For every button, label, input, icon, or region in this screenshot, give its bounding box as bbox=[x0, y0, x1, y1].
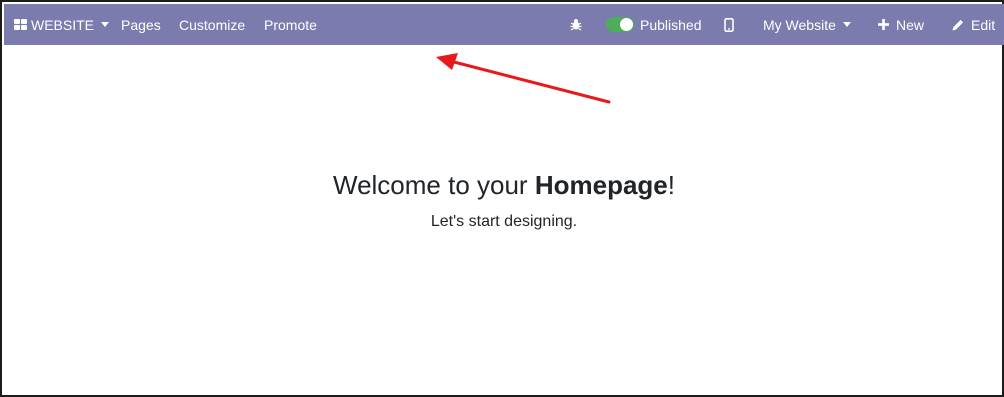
page-subtitle: Let's start designing. bbox=[430, 213, 578, 230]
mobile-icon bbox=[724, 17, 734, 32]
new-button[interactable]: New bbox=[878, 4, 924, 45]
new-label: New bbox=[896, 16, 925, 33]
heading-prefix: Welcome to your bbox=[333, 170, 535, 200]
chevron-down-icon bbox=[842, 22, 851, 27]
app-menu-dropdown[interactable]: WEBSITE bbox=[14, 4, 110, 45]
published-toggle[interactable]: Published bbox=[606, 4, 702, 45]
heading-suffix: ! bbox=[667, 170, 675, 200]
published-label: Published bbox=[640, 16, 702, 33]
app-menu-label: WEBSITE bbox=[31, 16, 95, 33]
edit-button[interactable]: Edit bbox=[952, 4, 995, 45]
toggle-icon[interactable] bbox=[606, 17, 634, 32]
customize-label: Customize bbox=[179, 16, 246, 33]
mobile-preview-button[interactable] bbox=[724, 4, 734, 45]
promote-menu[interactable]: Promote bbox=[264, 4, 317, 45]
edit-label: Edit bbox=[971, 16, 996, 33]
page-frame: WEBSITE Pages Customize Promote Publishe… bbox=[0, 0, 1004, 397]
website-selector-label: My Website bbox=[763, 16, 836, 33]
promote-label: Promote bbox=[264, 16, 317, 33]
chevron-down-icon bbox=[101, 22, 110, 27]
pages-menu[interactable]: Pages bbox=[121, 4, 161, 45]
pages-label: Pages bbox=[121, 16, 161, 33]
heading-bold: Homepage bbox=[534, 170, 668, 200]
customize-menu[interactable]: Customize bbox=[179, 4, 245, 45]
bug-icon bbox=[570, 19, 582, 31]
plus-icon bbox=[878, 19, 889, 30]
website-navbar: WEBSITE Pages Customize Promote Publishe… bbox=[4, 4, 1004, 45]
page-title: Welcome to your Homepage! bbox=[2, 170, 1004, 201]
website-selector-dropdown[interactable]: My Website bbox=[763, 4, 851, 45]
debug-button[interactable] bbox=[570, 4, 582, 45]
pencil-icon bbox=[952, 19, 964, 30]
grid-icon bbox=[14, 19, 27, 30]
